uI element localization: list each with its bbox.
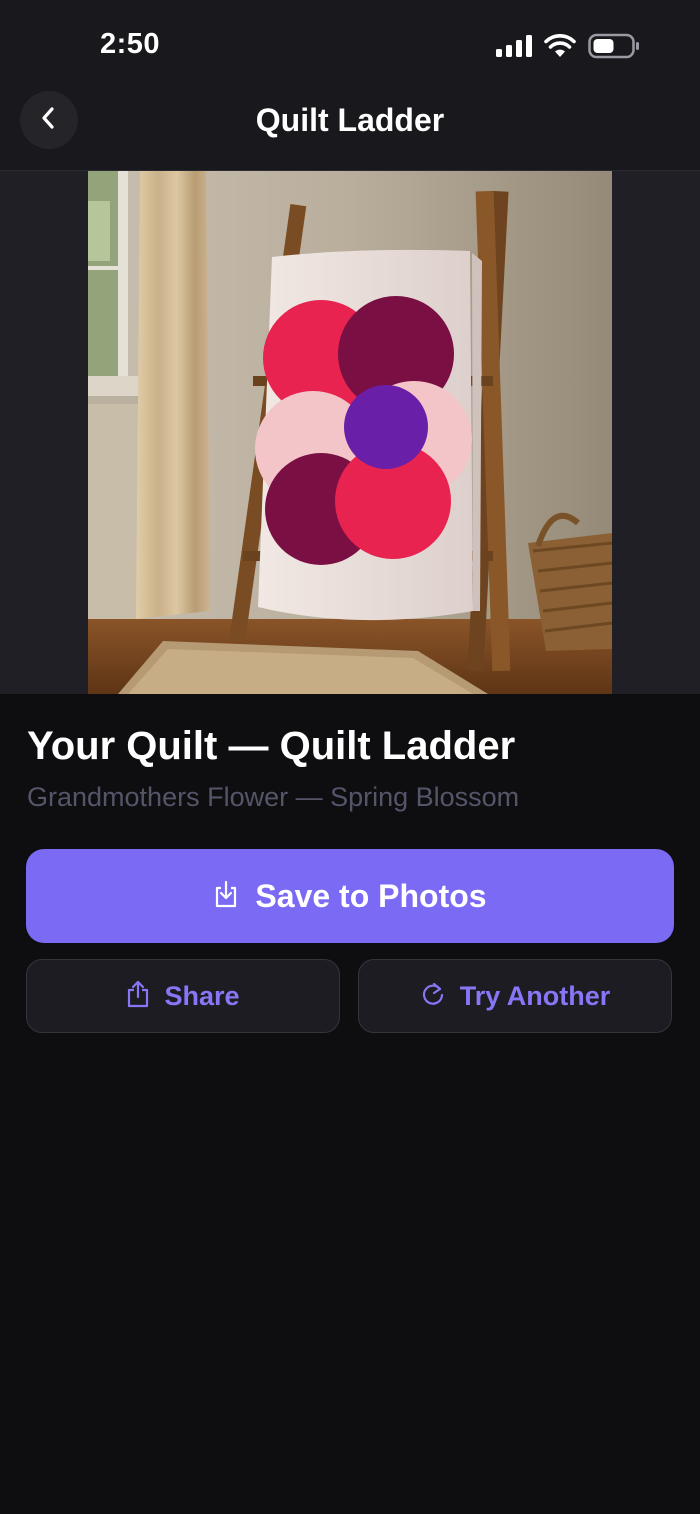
try-another-button[interactable]: Try Another [358, 959, 672, 1033]
status-bar: 2:50 [0, 0, 700, 88]
share-icon [126, 980, 150, 1013]
try-another-label: Try Another [459, 980, 611, 1011]
save-to-photos-button[interactable]: Save to Photos [26, 849, 674, 943]
battery-icon [588, 33, 640, 64]
result-content: Your Quilt — Quilt Ladder Grandmothers F… [0, 694, 700, 1514]
share-label: Share [164, 980, 240, 1011]
quilt-preview-image [88, 171, 612, 694]
result-title: Your Quilt — Quilt Ladder [27, 724, 516, 768]
status-time: 2:50 [100, 28, 161, 60]
share-button[interactable]: Share [26, 959, 340, 1033]
page-title: Quilt Ladder [255, 102, 445, 138]
save-to-photos-label: Save to Photos [255, 877, 487, 914]
save-download-icon [213, 880, 239, 913]
nav-bar: Quilt Ladder [0, 88, 700, 171]
result-subtitle: Grandmothers Flower — Spring Blossom [27, 782, 520, 812]
preview-area [0, 171, 700, 694]
wifi-icon [544, 34, 576, 63]
status-icons [496, 33, 640, 64]
cellular-signal-icon [496, 34, 532, 63]
refresh-icon [420, 980, 446, 1013]
